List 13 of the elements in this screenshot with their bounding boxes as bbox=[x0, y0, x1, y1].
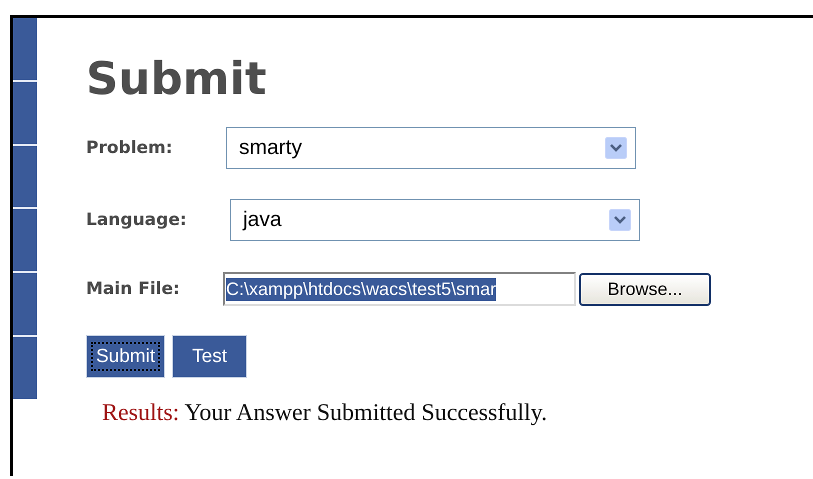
page-heading: Submit bbox=[86, 56, 268, 101]
dropdown[interactable]: java bbox=[230, 199, 640, 241]
result-message: Results: Your Answer Submitted Successfully. bbox=[102, 400, 548, 427]
chevron-down-icon bbox=[609, 209, 631, 231]
field-label: Main File: bbox=[86, 279, 181, 299]
chevron-down-icon bbox=[605, 137, 627, 159]
form-button[interactable]: Submit bbox=[86, 335, 166, 378]
browse-button[interactable]: Browse... bbox=[579, 272, 711, 306]
dropdown[interactable]: smarty bbox=[226, 127, 636, 169]
form-button[interactable]: Test bbox=[172, 335, 247, 378]
field-label: Problem: bbox=[86, 138, 174, 158]
field-label: Language: bbox=[86, 210, 188, 230]
file-path-field[interactable]: C:\xampp\htdocs\wacs\test5\smar bbox=[223, 272, 576, 306]
